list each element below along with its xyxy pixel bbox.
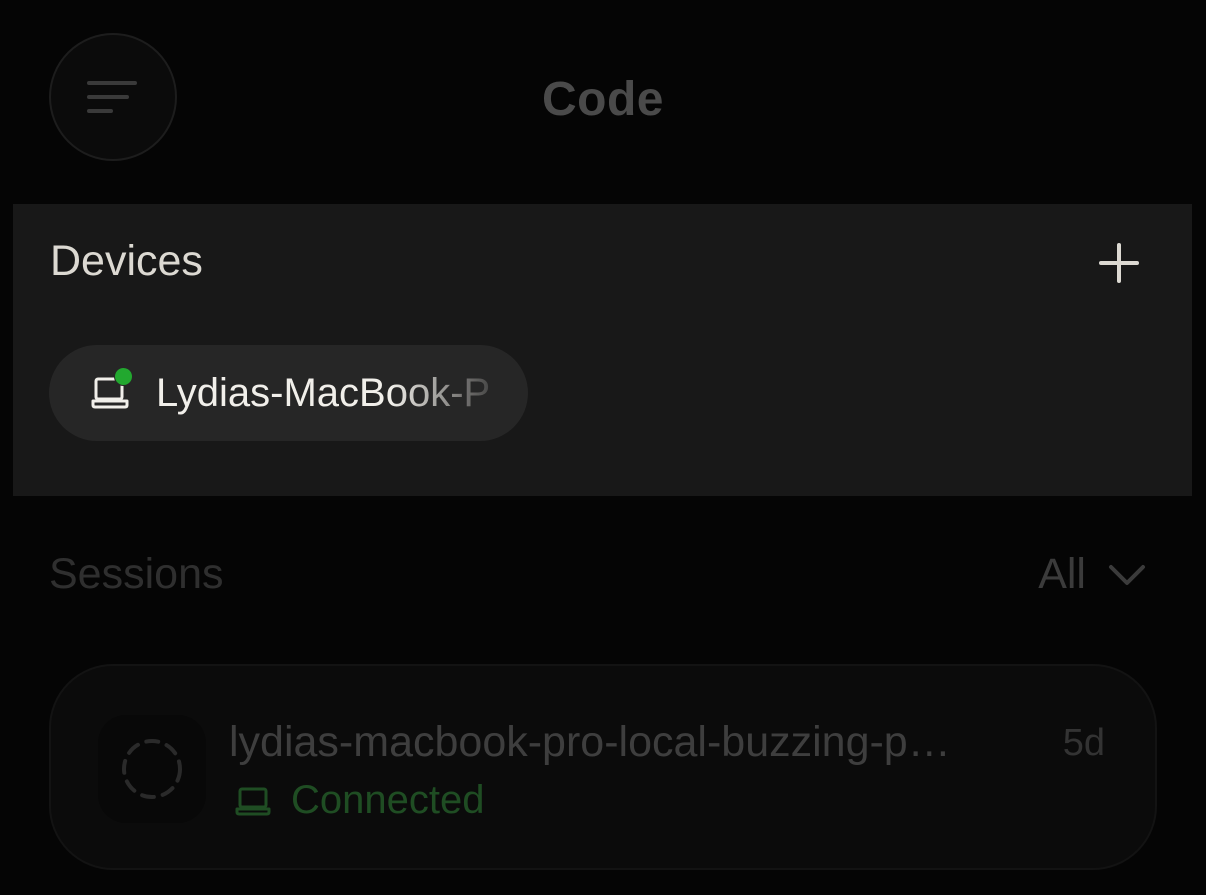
header: Code: [0, 0, 1206, 200]
devices-title: Devices: [50, 237, 203, 285]
device-chip[interactable]: Lydias-MacBook-Pro: [49, 345, 528, 441]
chevron-down-icon: [1109, 564, 1145, 585]
session-status: Connected: [235, 778, 484, 823]
add-device-button[interactable]: [1094, 238, 1144, 288]
device-name: Lydias-MacBook-Pro: [156, 370, 492, 415]
page-title: Code: [542, 73, 664, 126]
session-status-label: Connected: [291, 778, 485, 822]
loading-circle-icon: [122, 739, 182, 799]
devices-panel: Devices Lydias-MacBook-Pro: [13, 204, 1192, 496]
sessions-filter-dropdown[interactable]: All: [1038, 550, 1146, 599]
filter-selected-label: All: [1038, 550, 1086, 598]
laptop-icon: [235, 787, 271, 815]
session-card[interactable]: lydias-macbook-pro-local-buzzing-p… 5d C…: [49, 664, 1157, 870]
session-name: lydias-macbook-pro-local-buzzing-p…: [229, 718, 951, 766]
plus-icon: [1099, 243, 1139, 283]
session-age: 5d: [1062, 722, 1105, 764]
device-icon-wrap: [91, 367, 133, 410]
online-status-dot: [114, 367, 133, 386]
sessions-title: Sessions: [49, 550, 224, 598]
session-avatar: [98, 715, 206, 823]
